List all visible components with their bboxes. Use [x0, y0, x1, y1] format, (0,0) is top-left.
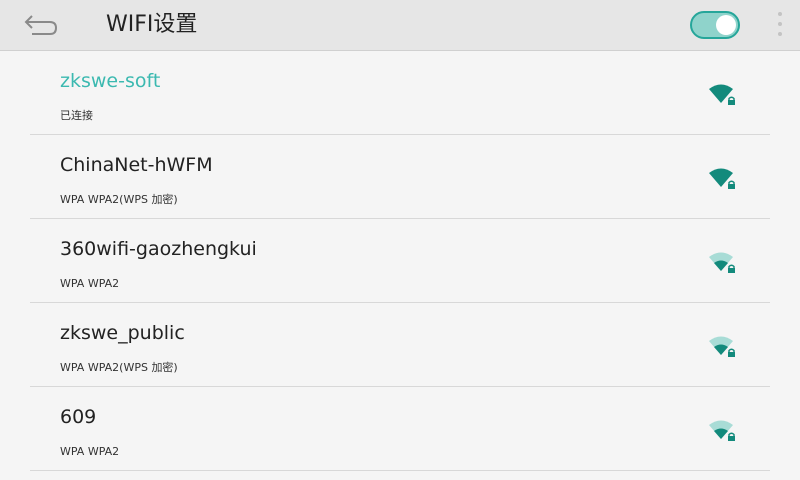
back-arrow-icon[interactable]: [18, 10, 62, 40]
wifi-locked-icon: [709, 252, 735, 273]
page-title: WIFI设置: [106, 12, 198, 37]
wifi-locked-icon: [709, 420, 735, 441]
wifi-network-item[interactable]: zkswe_public WPA WPA2(WPS 加密): [30, 303, 770, 387]
toggle-knob: [716, 15, 736, 35]
network-security: WPA WPA2(WPS 加密): [60, 361, 178, 374]
network-ssid: 609: [60, 406, 97, 428]
wifi-locked-icon: [709, 168, 735, 189]
wifi-network-item[interactable]: 360wifi-gaozhengkui WPA WPA2: [30, 219, 770, 303]
wifi-locked-icon: [709, 84, 735, 105]
network-security: WPA WPA2: [60, 445, 120, 458]
network-security: WPA WPA2: [60, 277, 120, 290]
network-status: 已连接: [60, 109, 93, 122]
wifi-locked-icon: [709, 336, 735, 357]
wifi-toggle[interactable]: [690, 11, 740, 39]
wifi-network-item[interactable]: 609 WPA WPA2: [30, 387, 770, 471]
more-vertical-icon[interactable]: [772, 12, 788, 40]
network-ssid: zkswe_public: [60, 322, 185, 344]
wifi-network-list: zkswe-soft 已连接 ChinaNet-hWFM WPA WPA2(WP…: [30, 51, 770, 471]
network-ssid: ChinaNet-hWFM: [60, 154, 213, 176]
wifi-network-item[interactable]: ChinaNet-hWFM WPA WPA2(WPS 加密): [30, 135, 770, 219]
network-security: WPA WPA2(WPS 加密): [60, 193, 178, 206]
wifi-network-item[interactable]: zkswe-soft 已连接: [30, 51, 770, 135]
network-ssid: 360wifi-gaozhengkui: [60, 238, 257, 260]
network-ssid: zkswe-soft: [60, 70, 161, 92]
top-bar: WIFI设置: [0, 0, 800, 51]
